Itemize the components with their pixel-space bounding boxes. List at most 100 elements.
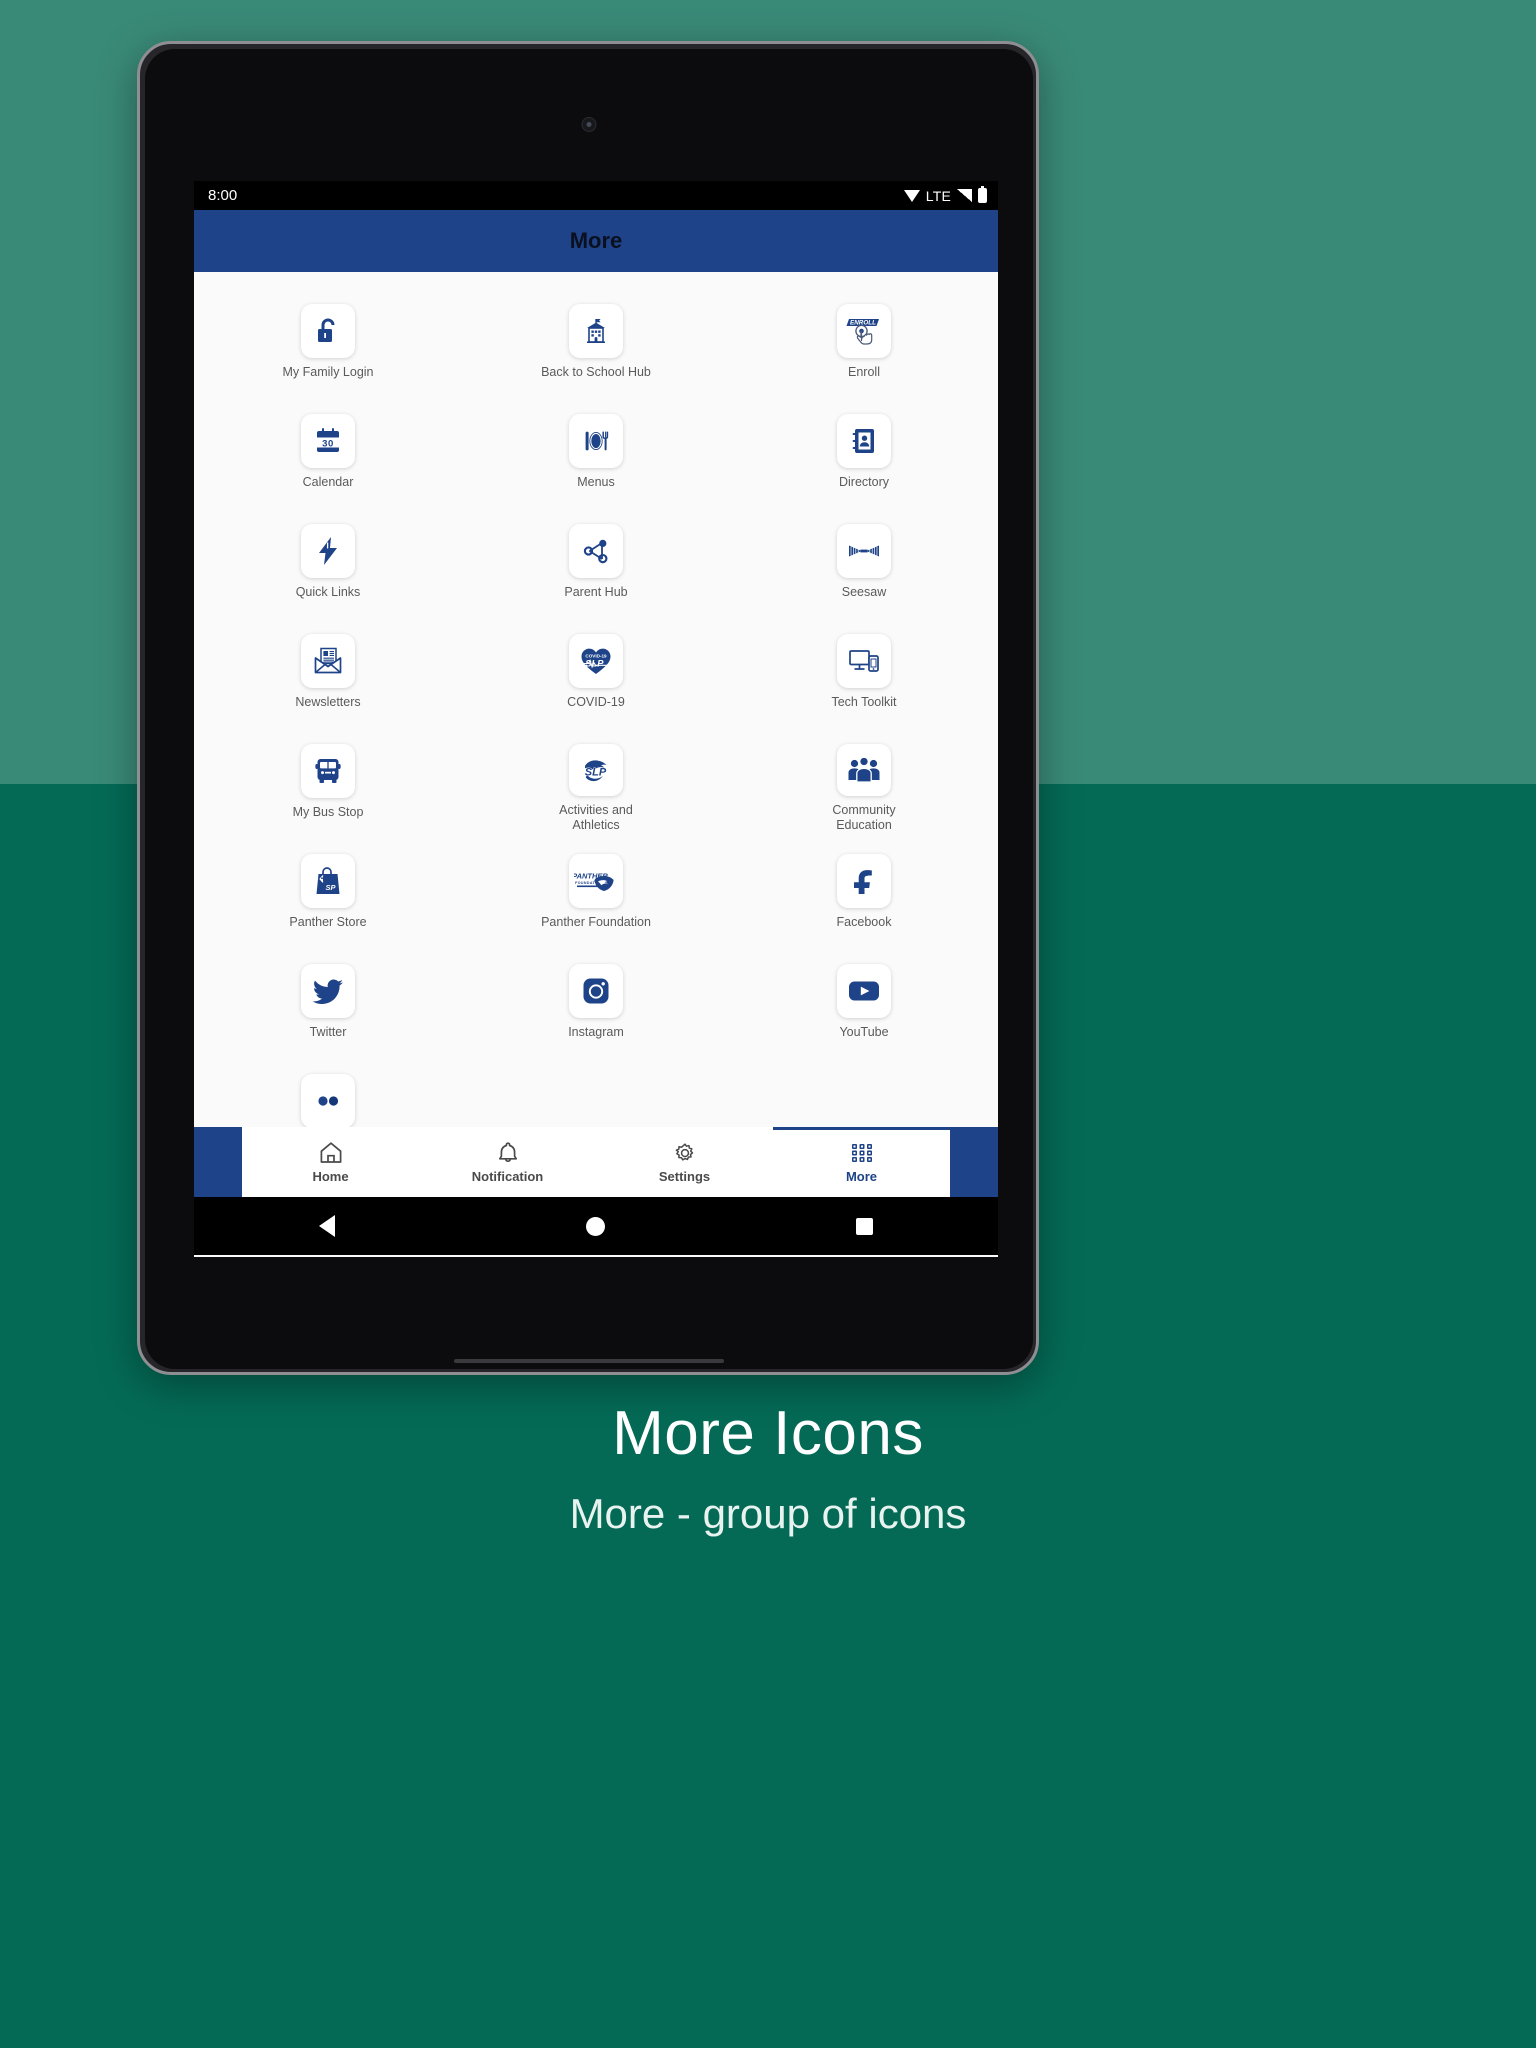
grid-item-label: Calendar	[302, 475, 354, 489]
grid-item-seesaw[interactable]: Seesaw	[730, 512, 998, 612]
bottom-navigation-items: Home Notification Settings More	[242, 1127, 950, 1197]
facebook-icon	[837, 854, 891, 908]
signal-icon	[957, 189, 972, 202]
grid-item-label: Twitter	[309, 1025, 347, 1039]
grid-item-enroll[interactable]: ENROLL Enroll	[730, 292, 998, 392]
status-bar: 8:00 LTE	[194, 181, 998, 210]
address-book-icon	[837, 414, 891, 468]
grid-item-label: Facebook	[836, 915, 892, 929]
tablet-bezel: 8:00 LTE More My Family Login Back to Sc…	[145, 49, 1033, 1369]
unlocked-padlock-icon	[301, 304, 355, 358]
share-network-icon	[569, 524, 623, 578]
nav-item-home[interactable]: Home	[242, 1127, 419, 1197]
nav-item-label: More	[845, 1168, 878, 1184]
caption-title: More Icons	[612, 1399, 924, 1468]
grid-item-quick-links[interactable]: Quick Links	[194, 512, 462, 612]
school-bus-icon	[301, 744, 355, 798]
grid-item-calendar[interactable]: 30 Calendar	[194, 402, 462, 502]
page-title: More	[569, 228, 623, 253]
gear-icon	[673, 1141, 697, 1164]
grid-item-panther-store[interactable]: SP Panther Store	[194, 842, 462, 942]
enroll-tap-hand-icon: ENROLL	[837, 304, 891, 358]
status-time: 8:00	[208, 187, 238, 204]
nav-item-notification[interactable]: Notification	[419, 1127, 596, 1197]
grid-item-label: Instagram	[568, 1025, 624, 1039]
people-group-icon	[837, 744, 891, 797]
grid-item-menus[interactable]: Menus	[462, 402, 730, 502]
grid-item-facebook[interactable]: Facebook	[730, 842, 998, 942]
nav-item-more[interactable]: More	[773, 1127, 950, 1197]
caption-block: More Icons More - group of icons	[0, 1399, 1536, 1538]
nav-item-settings[interactable]: Settings	[596, 1127, 773, 1197]
grid-item-label: YouTube	[839, 1025, 889, 1039]
nav-item-label: Settings	[658, 1168, 711, 1184]
front-camera-icon	[581, 117, 597, 132]
plate-fork-knife-icon	[569, 414, 623, 468]
home-button[interactable]	[585, 1216, 605, 1236]
svg-text:SLP: SLP	[585, 657, 604, 668]
grid-item-covid-19[interactable]: COVID-19 SLP COVID-19	[462, 622, 730, 722]
battery-icon	[978, 185, 987, 203]
grid-item-label: COVID-19	[567, 695, 625, 709]
instagram-icon	[569, 964, 623, 1018]
panther-foundation-icon: PANTHER FOUNDATION	[569, 854, 623, 908]
grid-item-label: Panther Store	[289, 915, 367, 929]
grid-item-label: Panther Foundation	[541, 915, 651, 929]
grid-item-label: Seesaw	[841, 585, 887, 599]
grid-item-activities-and-athletics[interactable]: SLP Activities and Athletics	[462, 732, 730, 832]
grid-item-label: Back to School Hub	[541, 365, 651, 379]
bottom-navigation-bar: Home Notification Settings More	[194, 1127, 998, 1197]
status-indicators: LTE	[903, 185, 987, 204]
calendar-30-icon: 30	[301, 414, 355, 468]
back-button[interactable]	[319, 1215, 336, 1237]
grid-item-community-education[interactable]: Community Education	[730, 732, 998, 832]
android-system-nav	[194, 1197, 998, 1255]
svg-text:SP: SP	[325, 883, 336, 892]
more-icon-grid: My Family Login Back to School Hub ENROL…	[194, 292, 998, 1127]
app-bar: More	[194, 210, 998, 272]
home-icon	[319, 1141, 343, 1164]
network-label: LTE	[925, 187, 951, 204]
bell-icon	[496, 1141, 520, 1164]
grid-item-label: Directory	[838, 475, 889, 489]
grid-item-flickr[interactable]	[194, 1062, 462, 1127]
grid-item-tech-toolkit[interactable]: Tech Toolkit	[730, 622, 998, 722]
grid-item-my-bus-stop[interactable]: My Bus Stop	[194, 732, 462, 832]
more-grid-scroll-area[interactable]: My Family Login Back to School Hub ENROL…	[194, 272, 998, 1127]
grid-item-back-to-school-hub[interactable]: Back to School Hub	[462, 292, 730, 392]
grid-item-label: My Family Login	[282, 365, 374, 379]
grid-item-label: Parent Hub	[564, 585, 628, 599]
svg-text:30: 30	[322, 438, 334, 449]
svg-text:SLP: SLP	[585, 767, 607, 779]
heart-covid19-slp-icon: COVID-19 SLP	[569, 634, 623, 688]
grid-item-label: Community Education	[832, 803, 896, 832]
grid-item-directory[interactable]: Directory	[730, 402, 998, 502]
grid-item-my-family-login[interactable]: My Family Login	[194, 292, 462, 392]
grid-item-label: Menus	[577, 475, 615, 489]
grid-item-label: My Bus Stop	[292, 805, 364, 819]
envelope-newsletter-icon	[301, 634, 355, 688]
grid-item-label: Tech Toolkit	[831, 695, 897, 709]
grid-item-twitter[interactable]: Twitter	[194, 952, 462, 1052]
grid-item-parent-hub[interactable]: Parent Hub	[462, 512, 730, 612]
grid-dots-icon	[850, 1141, 874, 1164]
caption-subtitle: More - group of icons	[569, 1490, 967, 1538]
grid-item-instagram[interactable]: Instagram	[462, 952, 730, 1052]
grid-item-youtube[interactable]: YouTube	[730, 952, 998, 1052]
school-building-icon	[569, 304, 623, 358]
nav-item-label: Home	[312, 1168, 349, 1184]
flickr-dots-icon	[301, 1074, 355, 1127]
grid-item-panther-foundation[interactable]: PANTHER FOUNDATION Panther Foundation	[462, 842, 730, 942]
lightning-bolt-icon	[301, 524, 355, 578]
grid-item-newsletters[interactable]: Newsletters	[194, 622, 462, 722]
tablet-screen: 8:00 LTE More My Family Login Back to Sc…	[194, 181, 998, 1257]
youtube-icon	[837, 964, 891, 1018]
tablet-device-frame: 8:00 LTE More My Family Login Back to Sc…	[137, 41, 1039, 1375]
seesaw-bowtie-icon	[837, 524, 891, 578]
recents-button[interactable]	[855, 1217, 873, 1235]
grid-item-label: Newsletters	[295, 695, 361, 709]
wifi-icon	[903, 189, 920, 202]
device-speaker-bar	[454, 1359, 724, 1363]
nav-item-label: Notification	[471, 1168, 544, 1184]
slp-panther-icon: SLP	[569, 744, 623, 797]
